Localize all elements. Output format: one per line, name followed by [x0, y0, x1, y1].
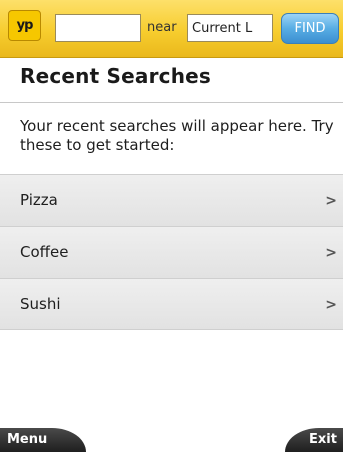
softkey-bar: Menu Exit [0, 426, 343, 452]
list-item-sushi[interactable]: Sushi > [0, 278, 343, 330]
chevron-right-icon: > [325, 245, 337, 261]
list-item-label: Coffee [20, 243, 69, 261]
find-button[interactable]: FIND [281, 13, 339, 44]
intro-text: Your recent searches will appear here. T… [20, 117, 334, 154]
logo-text: yp [16, 18, 34, 33]
page-title: Recent Searches [20, 64, 212, 88]
location-input[interactable] [187, 14, 273, 42]
suggestion-list: Pizza > Coffee > Sushi > [0, 174, 343, 330]
search-input[interactable] [55, 14, 141, 42]
list-item-coffee[interactable]: Coffee > [0, 226, 343, 278]
near-label: near [147, 20, 177, 35]
list-item-pizza[interactable]: Pizza > [0, 174, 343, 226]
chevron-right-icon: > [325, 193, 337, 209]
exit-softkey[interactable]: Exit [285, 428, 343, 452]
chevron-right-icon: > [325, 297, 337, 313]
title-divider [0, 102, 343, 103]
search-header: yp near FIND [0, 0, 343, 58]
list-item-label: Pizza [20, 191, 58, 209]
yp-logo[interactable]: yp [8, 10, 41, 41]
list-item-label: Sushi [20, 295, 61, 313]
menu-softkey[interactable]: Menu [0, 428, 86, 452]
